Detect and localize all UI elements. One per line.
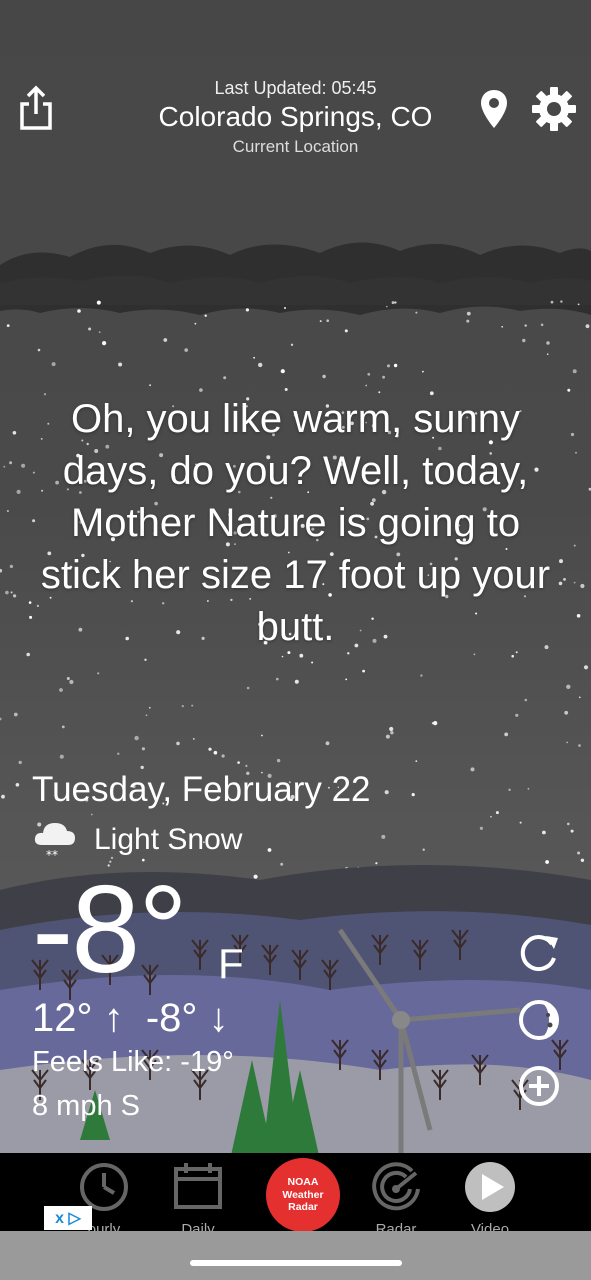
settings-button[interactable]	[532, 87, 576, 131]
calendar-icon	[174, 1163, 222, 1209]
ad-choices-badge[interactable]: x ▷	[44, 1206, 92, 1230]
condition-row: ** Light Snow	[32, 815, 242, 865]
condition-label: Light Snow	[94, 823, 243, 856]
tab-daily[interactable]: Daily	[150, 1159, 246, 1238]
location-button[interactable]	[478, 88, 510, 130]
noaa-label-line3: Radar	[288, 1201, 318, 1214]
noaa-label-line1: NOAA	[287, 1176, 319, 1189]
snow-cloud-icon: **	[34, 823, 75, 862]
map-pin-icon	[481, 90, 507, 128]
moon-phase-button[interactable]	[516, 997, 562, 1043]
refresh-icon	[520, 935, 558, 972]
noaa-weather-radar-button[interactable]: NOAA Weather Radar	[266, 1158, 340, 1232]
svg-text:**: **	[46, 848, 58, 862]
current-temperature: -8°	[32, 861, 188, 999]
noaa-label-line2: Weather	[282, 1188, 324, 1201]
home-indicator[interactable]	[190, 1260, 402, 1266]
add-location-button[interactable]	[516, 1063, 562, 1109]
forecast-date: Tuesday, February 22	[32, 770, 371, 809]
refresh-button[interactable]	[516, 930, 562, 976]
ad-choices-label: x ▷	[55, 1210, 81, 1227]
bottom-safe-area	[0, 1231, 591, 1280]
gear-icon	[532, 87, 576, 131]
wind-speed: 8 mph S	[32, 1090, 140, 1122]
temperature-unit: F	[218, 940, 244, 987]
add-icon	[519, 1066, 559, 1106]
high-low-temperature: 12° ↑ -8° ↓	[32, 996, 229, 1040]
tab-video[interactable]: Video	[442, 1159, 538, 1238]
snarky-forecast-quote: Oh, you like warm, sunny days, do you? W…	[40, 397, 551, 649]
current-location-label: Current Location	[232, 137, 359, 156]
moon-phase-icon	[519, 1000, 559, 1040]
radar-icon	[372, 1162, 420, 1211]
feels-like-temperature: Feels Like: -19°	[32, 1046, 234, 1078]
tab-radar[interactable]: Radar	[348, 1159, 444, 1238]
play-icon	[465, 1162, 515, 1212]
